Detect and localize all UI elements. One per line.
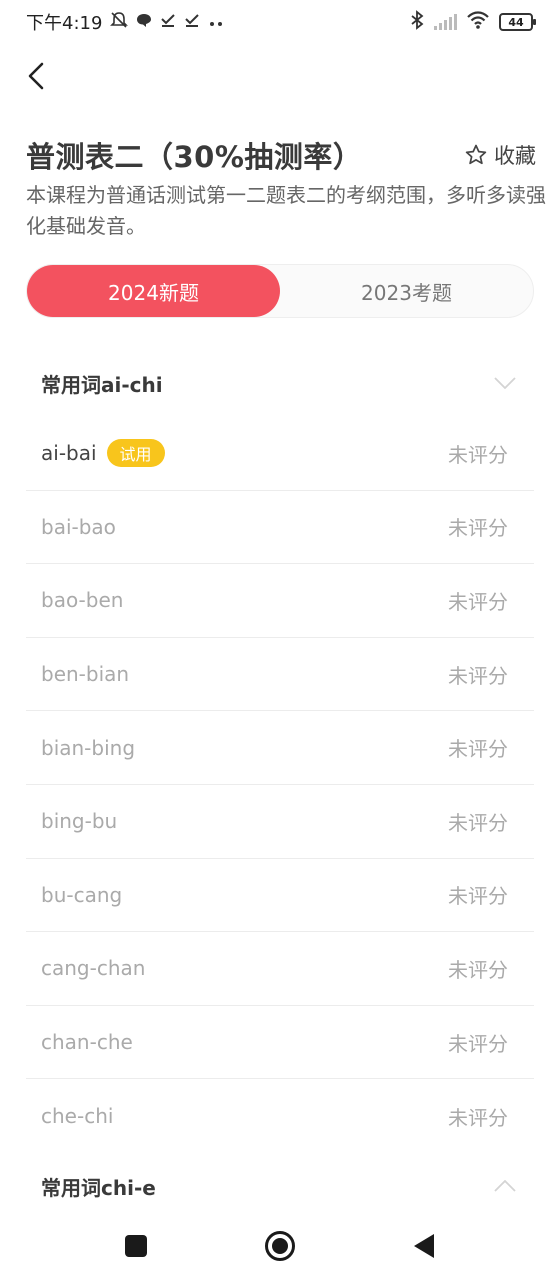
item-name: bian-bing — [41, 735, 136, 760]
bluetooth-icon — [410, 9, 424, 35]
home-button[interactable] — [260, 1226, 300, 1266]
back-button[interactable] — [18, 56, 54, 96]
square-icon — [124, 1235, 147, 1257]
status-time: 下午4:19 — [26, 13, 103, 34]
item-name: ben-bian — [41, 662, 130, 687]
wifi-icon — [467, 10, 489, 34]
list-item[interactable]: bian-bing 未评分 — [26, 711, 534, 785]
item-name: bai-bao — [41, 514, 116, 539]
chat-bubble-icon — [136, 12, 152, 32]
item-name: chan-che — [41, 1030, 133, 1055]
checkmark-icon — [160, 12, 176, 32]
signal-icon — [434, 14, 457, 30]
item-name: cang-chan — [41, 956, 146, 981]
item-score: 未评分 — [448, 957, 508, 982]
more-dots-icon — [208, 13, 224, 32]
chevron-down-icon — [494, 377, 516, 389]
section-header-chi-e[interactable]: 常用词chi-e — [26, 1161, 534, 1211]
system-nav-bar — [0, 1212, 559, 1280]
item-score: 未评分 — [448, 810, 508, 835]
item-score: 未评分 — [448, 663, 508, 688]
list-item[interactable]: ai-bai 试用 未评分 — [26, 417, 534, 491]
section-title: 常用词ai-chi — [41, 372, 163, 397]
item-score: 未评分 — [448, 737, 508, 762]
section-header-ai-chi[interactable]: 常用词ai-chi — [26, 358, 534, 408]
chevron-left-icon — [28, 62, 44, 90]
list-item[interactable]: bai-bao 未评分 — [26, 491, 534, 565]
tab-2023-exam[interactable]: 2023考题 — [280, 265, 533, 317]
item-name: bu-cang — [41, 882, 123, 907]
item-name: ai-bai — [41, 441, 97, 466]
item-score: 未评分 — [448, 589, 508, 614]
section-title: 常用词chi-e — [41, 1175, 156, 1200]
tab-switcher: 2024新题 2023考题 — [26, 264, 534, 318]
favorite-label: 收藏 — [494, 144, 536, 168]
item-score: 未评分 — [448, 1105, 508, 1130]
item-score: 未评分 — [448, 884, 508, 909]
item-score: 未评分 — [448, 442, 508, 467]
title-row: 普测表二（30%抽测率） 收藏 — [26, 134, 536, 176]
tab-2024-new[interactable]: 2024新题 — [27, 265, 280, 317]
back-nav-button[interactable] — [404, 1226, 444, 1266]
page-title: 普测表二（30%抽测率） — [26, 140, 363, 174]
item-score: 未评分 — [448, 1031, 508, 1056]
list-item[interactable]: bing-bu 未评分 — [26, 785, 534, 859]
list-item[interactable]: bao-ben 未评分 — [26, 564, 534, 638]
list-item[interactable]: ben-bian 未评分 — [26, 638, 534, 712]
item-name: bao-ben — [41, 588, 124, 613]
battery-indicator: 44 — [499, 13, 536, 31]
item-name: che-chi — [41, 1104, 114, 1129]
list-item[interactable]: che-chi 未评分 — [26, 1079, 534, 1153]
recents-button[interactable] — [116, 1226, 156, 1266]
chevron-up-icon — [494, 1180, 516, 1192]
favorite-button[interactable]: 收藏 — [464, 140, 536, 170]
course-description: 本课程为普通话测试第一二题表二的考纲范围，多听多读强化基础发音。 — [26, 183, 546, 238]
trial-badge: 试用 — [106, 439, 165, 468]
checkmark-icon — [184, 12, 200, 32]
item-score: 未评分 — [448, 516, 508, 541]
item-name: bing-bu — [41, 809, 118, 834]
lesson-list: ai-bai 试用 未评分 bai-bao 未评分 bao-ben 未评分 be… — [26, 417, 534, 1153]
triangle-back-icon — [413, 1234, 434, 1258]
star-icon — [465, 144, 487, 165]
list-item[interactable]: bu-cang 未评分 — [26, 859, 534, 933]
status-bar: 下午4:19 44 — [0, 0, 559, 44]
mute-bell-icon — [110, 11, 129, 33]
home-circle-icon — [264, 1231, 295, 1261]
list-item[interactable]: chan-che 未评分 — [26, 1006, 534, 1080]
list-item[interactable]: cang-chan 未评分 — [26, 932, 534, 1006]
